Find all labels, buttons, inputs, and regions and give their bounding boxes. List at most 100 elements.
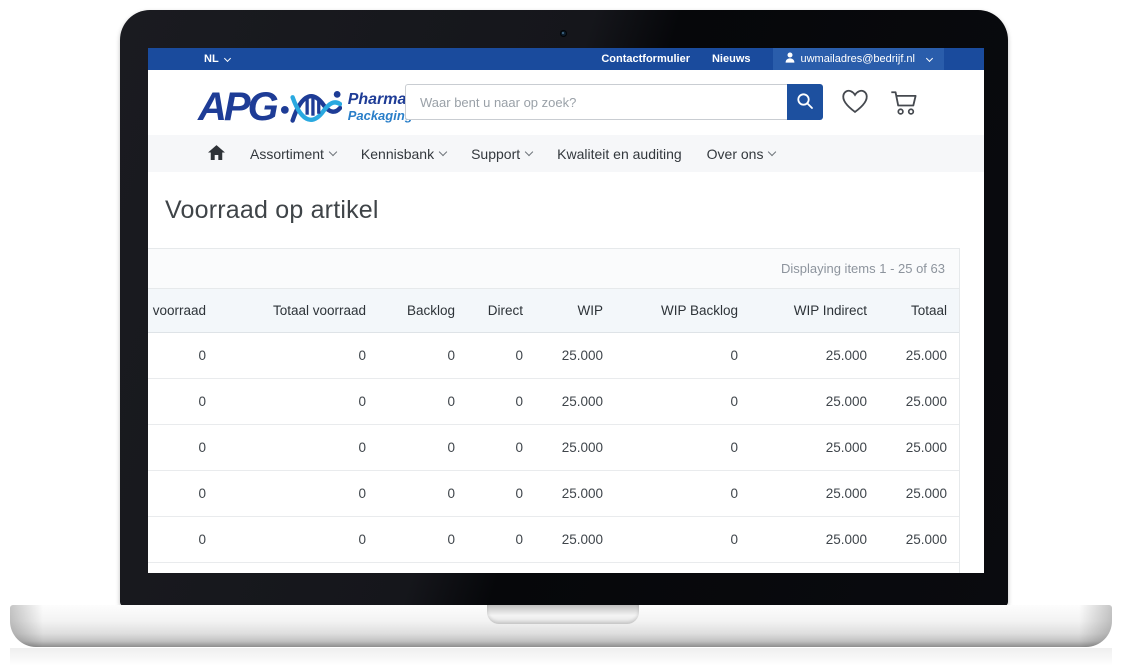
site-header: APG Pharma P: [148, 70, 984, 135]
news-link[interactable]: Nieuws: [712, 53, 751, 65]
cell: 25.000: [535, 517, 615, 563]
cell: 0: [378, 333, 467, 379]
cell: 0: [378, 471, 467, 517]
language-selector[interactable]: NL: [204, 53, 230, 65]
chevron-down-icon: [224, 55, 231, 62]
col-header-totaal[interactable]: Totaal: [879, 289, 959, 333]
company-logo[interactable]: APG Pharma P: [198, 81, 413, 132]
webcam-dot: [560, 30, 567, 37]
chevron-down-icon: [439, 148, 447, 156]
dna-helix-icon: [280, 85, 342, 132]
main-navbar: Assortiment Kennisbank Support Kwaliteit…: [148, 135, 984, 172]
cell: 0: [378, 425, 467, 471]
cell: 0: [378, 517, 467, 563]
cell: 25.000: [750, 425, 879, 471]
table-header-row: voorraad Totaal voorraad Backlog Direct …: [148, 289, 959, 333]
chevron-down-icon: [926, 55, 933, 62]
col-header-direct[interactable]: Direct: [467, 289, 535, 333]
chevron-down-icon: [525, 148, 533, 156]
page-title: Voorraad op artikel: [165, 196, 379, 225]
cell: 25.000: [535, 333, 615, 379]
laptop-reflection: [10, 648, 1112, 666]
home-nav-button[interactable]: [208, 145, 225, 163]
language-label: NL: [204, 53, 219, 65]
cell: 0: [615, 333, 750, 379]
laptop-mockup-scene: NL Contactformulier Nieuws uwmailadres@b…: [0, 0, 1122, 669]
cell: 0: [148, 333, 218, 379]
cell: 25.000: [750, 379, 879, 425]
col-header-wip-backlog[interactable]: WIP Backlog: [615, 289, 750, 333]
cell: 0: [615, 517, 750, 563]
table-row-clipped: [148, 563, 959, 574]
cell: 25.000: [535, 379, 615, 425]
cell: 0: [218, 471, 378, 517]
nav-item-over-ons[interactable]: Over ons: [707, 146, 776, 162]
cell: 25.000: [879, 517, 959, 563]
laptop-base-notch: [487, 605, 639, 624]
cell: 25.000: [879, 471, 959, 517]
nav-item-kwaliteit[interactable]: Kwaliteit en auditing: [557, 146, 682, 162]
cell: 0: [218, 425, 378, 471]
wishlist-button[interactable]: [840, 88, 870, 118]
clipped-row-space: [148, 563, 959, 574]
stock-table: voorraad Totaal voorraad Backlog Direct …: [148, 289, 959, 573]
nav-item-support[interactable]: Support: [471, 146, 532, 162]
cell: 0: [148, 379, 218, 425]
nav-item-label: Over ons: [707, 146, 764, 162]
col-header-backlog[interactable]: Backlog: [378, 289, 467, 333]
chevron-down-icon: [768, 148, 776, 156]
cell: 0: [378, 379, 467, 425]
nav-item-assortiment[interactable]: Assortiment: [250, 146, 336, 162]
col-header-voorraad[interactable]: voorraad: [148, 289, 218, 333]
cell: 25.000: [750, 517, 879, 563]
table-row[interactable]: 0 0 0 0 25.000 0 25.000 25.000: [148, 333, 959, 379]
cell: 0: [148, 517, 218, 563]
heart-icon: [840, 103, 870, 118]
browser-screen: NL Contactformulier Nieuws uwmailadres@b…: [148, 48, 984, 573]
table-row[interactable]: 0 0 0 0 25.000 0 25.000 25.000: [148, 517, 959, 563]
cell: 0: [467, 333, 535, 379]
cell: 0: [148, 425, 218, 471]
cell: 0: [615, 379, 750, 425]
cell: 0: [467, 379, 535, 425]
cell: 25.000: [535, 471, 615, 517]
table-row[interactable]: 0 0 0 0 25.000 0 25.000 25.000: [148, 379, 959, 425]
topbar-links: Contactformulier Nieuws uwmailadres@bedr…: [601, 48, 984, 70]
cell: 0: [148, 471, 218, 517]
cell: 0: [615, 425, 750, 471]
col-header-wip-indirect[interactable]: WIP Indirect: [750, 289, 879, 333]
logo-tagline-line1: Pharma: [348, 92, 413, 109]
paging-status: Displaying items 1 - 25 of 63: [781, 261, 945, 276]
cart-button[interactable]: [888, 88, 920, 120]
col-header-wip[interactable]: WIP: [535, 289, 615, 333]
user-icon: [785, 52, 795, 66]
cell: 0: [218, 333, 378, 379]
logo-brand-text: APG: [198, 87, 276, 127]
table-row[interactable]: 0 0 0 0 25.000 0 25.000 25.000: [148, 471, 959, 517]
stock-table-panel: Displaying items 1 - 25 of 63 voorraad T…: [148, 248, 960, 573]
cell: 25.000: [879, 425, 959, 471]
logo-tagline: Pharma Packaging: [348, 92, 413, 122]
logo-tagline-line2: Packaging: [348, 109, 413, 123]
laptop-lid: NL Contactformulier Nieuws uwmailadres@b…: [120, 10, 1008, 606]
laptop-base: [10, 605, 1112, 647]
chevron-down-icon: [329, 148, 337, 156]
page-content: Voorraad op artikel Displaying items 1 -…: [148, 172, 984, 573]
cell: 0: [467, 517, 535, 563]
col-header-totaal-voorraad[interactable]: Totaal voorraad: [218, 289, 378, 333]
table-row[interactable]: 0 0 0 0 25.000 0 25.000 25.000: [148, 425, 959, 471]
cell: 0: [615, 471, 750, 517]
search-button[interactable]: [787, 84, 823, 120]
cell: 25.000: [750, 471, 879, 517]
utility-topbar: NL Contactformulier Nieuws uwmailadres@b…: [148, 48, 984, 70]
nav-item-kennisbank[interactable]: Kennisbank: [361, 146, 446, 162]
home-icon: [208, 145, 225, 163]
search-input[interactable]: [406, 85, 815, 119]
nav-item-label: Kennisbank: [361, 146, 434, 162]
account-menu[interactable]: uwmailadres@bedrijf.nl: [773, 48, 945, 70]
nav-item-label: Support: [471, 146, 520, 162]
cart-icon: [888, 105, 920, 120]
cell: 0: [467, 471, 535, 517]
search-box: [405, 84, 787, 120]
contact-link[interactable]: Contactformulier: [601, 53, 690, 65]
